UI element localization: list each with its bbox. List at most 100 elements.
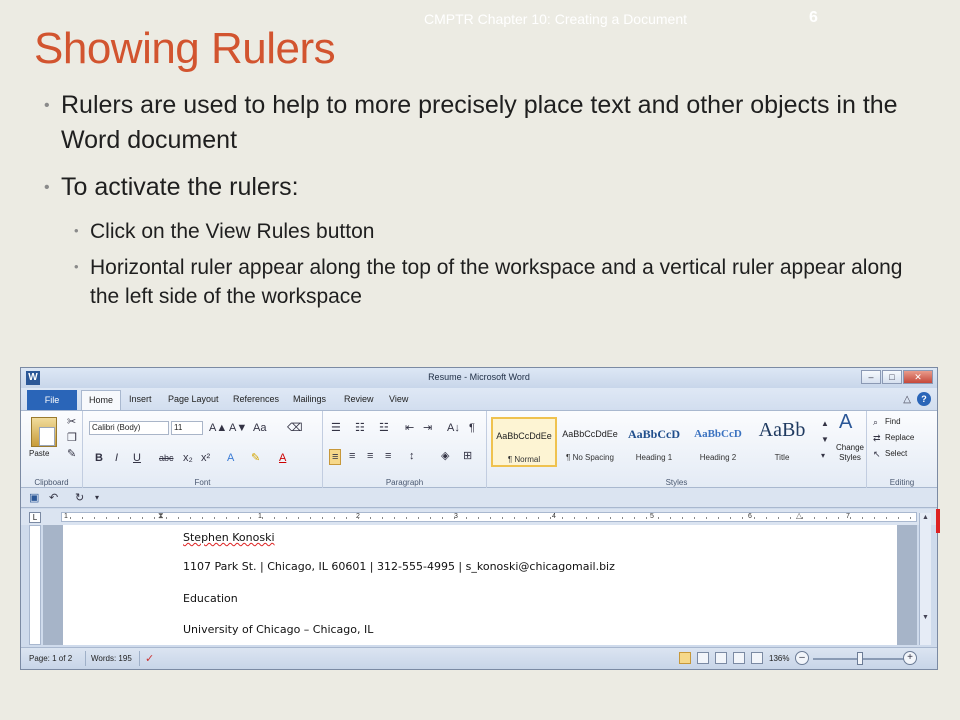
change-styles-button[interactable]: Change Styles (833, 443, 867, 463)
ruler-tick (610, 517, 611, 519)
tab-selector[interactable]: L (29, 512, 41, 523)
subscript-button[interactable]: x₂ (183, 451, 193, 465)
increase-indent-icon[interactable]: ⇥ (423, 421, 432, 435)
scroll-down-icon[interactable]: ▼ (920, 613, 931, 623)
font-name-select[interactable]: Calibri (Body) (89, 421, 169, 435)
minimize-ribbon-icon[interactable]: △ (903, 394, 911, 405)
decrease-indent-icon[interactable]: ⇤ (405, 421, 414, 435)
close-button[interactable]: ✕ (903, 370, 933, 384)
styles-group: AaBbCcDdEe ¶ Normal AaBbCcDdEe ¶ No Spac… (487, 411, 867, 488)
shrink-font-icon[interactable]: A▼ (229, 421, 247, 435)
undo-icon[interactable]: ↶ (49, 491, 58, 505)
ruler-tick (130, 517, 131, 519)
indent-marker-icon[interactable]: ⧗ (158, 511, 164, 521)
page-count[interactable]: Page: 1 of 2 (29, 654, 72, 663)
style-heading-2[interactable]: AaBbCcD Heading 2 (685, 417, 751, 467)
zoom-slider-thumb[interactable] (857, 652, 863, 665)
minimize-button[interactable]: – (861, 370, 881, 384)
align-right-icon[interactable]: ≡ (367, 449, 373, 463)
paste-icon[interactable] (31, 417, 57, 447)
style-heading-1[interactable]: AaBbCcD Heading 1 (621, 417, 687, 467)
maximize-button[interactable]: □ (882, 370, 902, 384)
paste-button[interactable]: Paste (29, 449, 49, 458)
web-layout-view-icon[interactable] (715, 652, 727, 664)
justify-icon[interactable]: ≡ (385, 449, 391, 463)
font-color-icon[interactable]: A (279, 451, 286, 465)
find-icon[interactable]: ⌕ (873, 415, 878, 429)
numbering-icon[interactable]: ☷ (355, 421, 365, 435)
find-button[interactable]: Find (885, 417, 901, 426)
tab-view[interactable]: View (389, 394, 408, 404)
align-center-icon[interactable]: ≡ (349, 449, 355, 463)
full-screen-view-icon[interactable] (697, 652, 709, 664)
superscript-button[interactable]: x² (201, 451, 210, 465)
tab-review[interactable]: Review (344, 394, 374, 404)
zoom-out-button[interactable]: – (795, 651, 809, 665)
highlight-icon[interactable]: ✎ (251, 451, 260, 465)
vertical-ruler[interactable] (29, 525, 41, 645)
word-count[interactable]: Words: 195 (91, 654, 132, 663)
window-title: Resume - Microsoft Word (428, 372, 530, 382)
shading-icon[interactable]: ◈ (441, 449, 449, 463)
line-spacing-icon[interactable]: ↕ (409, 449, 415, 463)
replace-icon[interactable]: ⇄ (873, 431, 881, 445)
ruler-tick (406, 517, 407, 519)
editing-group: ⌕ Find ⇄ Replace ↖ Select Editing (867, 411, 937, 488)
print-layout-view-icon[interactable] (679, 652, 691, 664)
tab-mailings[interactable]: Mailings (293, 394, 326, 404)
clipboard-group: Paste ✂ ❐ ✎ Clipboard (21, 411, 83, 488)
help-icon[interactable]: ? (917, 392, 931, 406)
tab-page-layout[interactable]: Page Layout (168, 394, 219, 404)
tab-insert[interactable]: Insert (129, 394, 152, 404)
clear-format-icon[interactable]: ⌫ (287, 421, 303, 435)
outline-view-icon[interactable] (733, 652, 745, 664)
customize-toolbar-icon[interactable]: ▾ (95, 491, 99, 505)
font-size-select[interactable]: 11 (171, 421, 203, 435)
styles-scroll-down-icon[interactable]: ▼ (821, 433, 829, 447)
tab-home[interactable]: Home (81, 390, 122, 410)
ruler-bar[interactable]: 1 1 2 3 4 5 6 7 ⧗ △ (61, 511, 917, 522)
change-case-icon[interactable]: Aa (253, 421, 266, 435)
save-icon[interactable]: ▣ (29, 491, 39, 505)
strikethrough-button[interactable]: abc (159, 451, 174, 465)
tab-file[interactable]: File (27, 390, 77, 410)
bullets-icon[interactable]: ☰ (331, 421, 341, 435)
styles-more-icon[interactable]: ▾ (821, 449, 825, 463)
ruler-tick (82, 517, 83, 519)
italic-button[interactable]: I (115, 451, 118, 465)
borders-icon[interactable]: ⊞ (463, 449, 472, 463)
underline-button[interactable]: U (133, 451, 141, 465)
zoom-in-button[interactable]: + (903, 651, 917, 665)
show-formatting-icon[interactable]: ¶ (469, 421, 475, 435)
style-normal[interactable]: AaBbCcDdEe ¶ Normal (491, 417, 557, 467)
sort-icon[interactable]: A↓ (447, 421, 460, 435)
text-effects-icon[interactable]: A (227, 451, 234, 465)
cut-icon[interactable]: ✂ (67, 415, 76, 429)
select-icon[interactable]: ↖ (873, 447, 881, 461)
bold-button[interactable]: B (95, 451, 103, 465)
vertical-scrollbar[interactable]: ▲ ▼ (919, 513, 931, 645)
redo-icon[interactable]: ↻ (75, 491, 84, 505)
copy-icon[interactable]: ❐ (67, 431, 77, 445)
scroll-up-icon[interactable]: ▲ (920, 513, 931, 523)
document-page[interactable]: Stephen Konoski 1107 Park St. | Chicago,… (63, 525, 897, 645)
style-no-spacing[interactable]: AaBbCcDdEe ¶ No Spacing (557, 417, 623, 467)
proofing-icon[interactable]: ✓ (145, 652, 154, 665)
style-title[interactable]: AaBb Title (749, 417, 815, 467)
select-button[interactable]: Select (885, 449, 907, 458)
format-painter-icon[interactable]: ✎ (67, 447, 76, 461)
ruler-tick (718, 517, 719, 519)
tab-references[interactable]: References (233, 394, 279, 404)
quick-access-toolbar: ▣ ↶ ↻ ▾ (21, 488, 937, 508)
replace-button[interactable]: Replace (885, 433, 914, 442)
change-styles-icon[interactable]: A (839, 412, 852, 432)
grow-font-icon[interactable]: A▲ (209, 421, 227, 435)
styles-scroll-up-icon[interactable]: ▲ (821, 417, 829, 431)
bullet-text: To activate the rulers: (61, 173, 299, 201)
zoom-level[interactable]: 136% (769, 654, 789, 663)
style-name: Heading 1 (635, 453, 673, 462)
draft-view-icon[interactable] (751, 652, 763, 664)
align-left-icon[interactable]: ≡ (329, 449, 342, 465)
ruler-tick (898, 517, 899, 519)
multilevel-list-icon[interactable]: ☳ (379, 421, 389, 435)
